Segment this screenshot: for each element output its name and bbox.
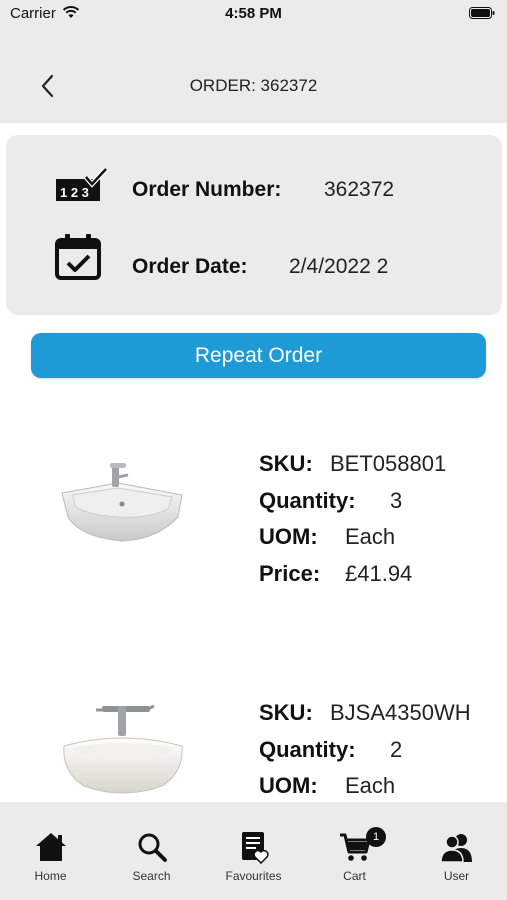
item-quantity-label: Quantity: bbox=[259, 737, 356, 762]
calendar-check-icon bbox=[55, 234, 101, 280]
item-price-label: Price: bbox=[259, 561, 321, 586]
battery-icon bbox=[469, 7, 495, 19]
item-uom-value: Each bbox=[345, 773, 396, 798]
item-price-value: £41.94 bbox=[345, 561, 413, 586]
item-uom-value: Each bbox=[345, 524, 396, 549]
item-uom-label: UOM: bbox=[259, 524, 318, 549]
product-image-basin bbox=[61, 463, 183, 542]
search-icon bbox=[138, 833, 167, 862]
tab-cart-label: Cart bbox=[343, 869, 366, 883]
home-icon bbox=[36, 833, 66, 861]
cart-badge: 1 bbox=[366, 827, 386, 847]
order-number-icon: 1 2 3 bbox=[56, 167, 108, 201]
order-date-label: Order Date: bbox=[132, 255, 248, 278]
tab-home[interactable]: Home bbox=[0, 802, 101, 900]
tab-cart[interactable]: 1 Cart bbox=[304, 802, 405, 900]
tab-favourites[interactable]: Favourites bbox=[203, 802, 304, 900]
item-sku-label: SKU: bbox=[259, 700, 313, 725]
status-bar: Carrier 4:58 PM bbox=[0, 0, 507, 28]
status-time: 4:58 PM bbox=[225, 5, 282, 22]
page-title: ORDER: 362372 bbox=[189, 76, 318, 95]
tab-user-label: User bbox=[443, 869, 470, 883]
order-number-value: 362372 bbox=[324, 178, 395, 201]
order-date-value: 2/4/2022 2 bbox=[289, 255, 389, 278]
svg-text:1 2 3: 1 2 3 bbox=[60, 185, 89, 200]
repeat-order-button[interactable]: Repeat Order bbox=[31, 333, 486, 378]
product-image-basin bbox=[63, 704, 183, 794]
tab-search-label: Search bbox=[132, 869, 171, 883]
item-quantity-value: 3 bbox=[390, 488, 403, 513]
item-quantity-label: Quantity: bbox=[259, 488, 356, 513]
tab-favourites-label: Favourites bbox=[225, 869, 282, 883]
favourites-icon bbox=[242, 832, 269, 864]
item-sku-value: BJSA4350WH bbox=[330, 700, 471, 725]
user-icon bbox=[440, 834, 472, 863]
order-info-card: 1 2 3 Order Number: 362372 Order Date: 2… bbox=[6, 135, 502, 315]
order-number-label: Order Number: bbox=[132, 178, 282, 201]
tab-home-label: Home bbox=[34, 869, 67, 883]
item-quantity-value: 2 bbox=[390, 737, 403, 762]
item-sku-value: BET058801 bbox=[330, 451, 447, 476]
tab-bar: Home Search Favourites 1 Cart User bbox=[0, 802, 507, 900]
item-sku-label: SKU: bbox=[259, 451, 313, 476]
item-uom-label: UOM: bbox=[259, 773, 318, 798]
tab-search[interactable]: Search bbox=[101, 802, 202, 900]
navigation-bar: ORDER: 362372 bbox=[0, 28, 507, 123]
tab-user[interactable]: User bbox=[406, 802, 507, 900]
